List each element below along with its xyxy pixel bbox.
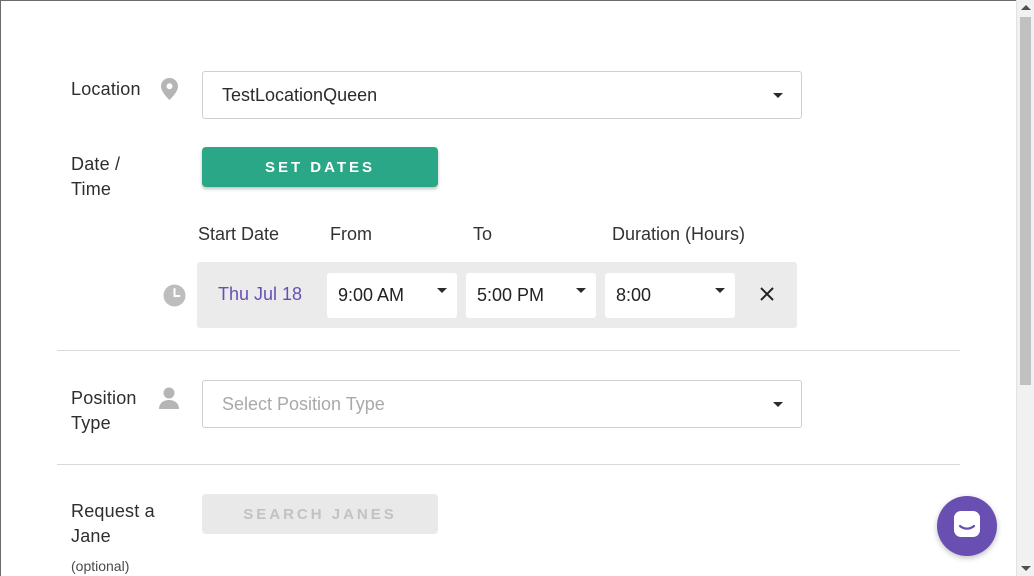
scrollbar-thumb[interactable] [1020,17,1031,385]
position-type-label-line1: Position [71,388,137,408]
location-pin-icon [161,78,178,105]
column-duration: Duration (Hours) [612,224,746,244]
chevron-down-icon [773,93,783,98]
column-start-date: Start Date [198,224,280,244]
divider [57,350,960,351]
duration-select[interactable]: 8:00 [605,273,735,318]
date-time-label: Date / Time [71,152,120,202]
location-select[interactable]: TestLocationQueen [202,71,802,119]
chat-launcher-button[interactable] [937,496,997,556]
column-from: From [330,224,372,244]
chevron-down-icon [715,288,725,293]
column-to: To [473,224,493,244]
close-icon[interactable] [759,286,775,302]
chevron-down-icon [773,402,783,407]
duration-value: 8:00 [616,285,652,305]
position-type-label-line2: Type [71,413,111,433]
position-type-select[interactable]: Select Position Type [202,380,802,428]
location-label: Location [71,79,141,99]
position-type-placeholder: Select Position Type [222,393,385,414]
request-jane-label: Request a Jane [71,499,155,549]
date-time-label-line2: Time [71,179,112,199]
location-selected-value: TestLocationQueen [222,84,378,105]
chevron-down-icon [576,288,586,293]
chevron-down-icon [437,288,447,293]
request-jane-label-line2: Jane [71,526,111,546]
scrollbar[interactable] [1016,0,1034,576]
chat-icon [952,509,982,544]
date-time-label-line1: Date / [71,154,121,174]
shift-date[interactable]: Thu Jul 18 [218,284,302,305]
from-time-select[interactable]: 9:00 AM [327,273,457,318]
person-icon [159,387,179,414]
optional-label: (optional) [71,558,130,574]
shift-row: Thu Jul 18 9:00 AM 5:00 PM 8:00 [197,262,797,328]
from-time-value: 9:00 AM [338,285,405,305]
search-janes-button[interactable]: SEARCH JANES [202,494,438,534]
set-dates-button[interactable]: SET DATES [202,147,438,187]
to-time-value: 5:00 PM [477,285,545,305]
divider [57,464,960,465]
request-jane-label-line1: Request a [71,501,155,521]
clock-icon [163,284,186,312]
to-time-select[interactable]: 5:00 PM [466,273,596,318]
position-type-label: Position Type [71,386,137,436]
scroll-down-icon[interactable] [1021,566,1031,571]
scroll-up-icon[interactable] [1021,5,1031,10]
